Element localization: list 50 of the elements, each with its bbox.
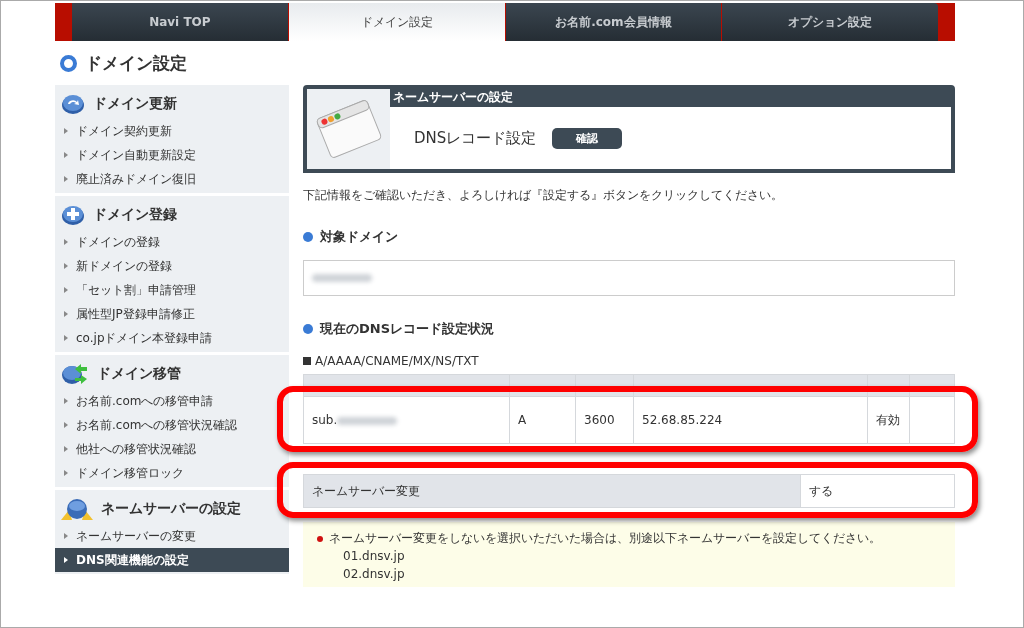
status-badge: 確認 xyxy=(552,127,623,149)
blurred-text xyxy=(337,416,398,425)
server-name: 02.dnsv.jp xyxy=(342,566,406,583)
sidebar-link[interactable]: ドメイン移管ロック xyxy=(55,461,289,485)
server-name: 01.dnsv.jp xyxy=(342,548,406,565)
nav-tab[interactable]: Navi TOP xyxy=(72,3,289,41)
blurred-text xyxy=(312,274,372,282)
bullet-icon xyxy=(303,232,313,242)
card-label: ネームサーバーの設定 xyxy=(392,89,514,106)
instruction-text: 下記情報をご確認いただき、よろしければ『設定する』ボタンをクリックしてください。 xyxy=(303,187,784,204)
table-cell: する xyxy=(800,474,955,508)
table-cell: sub. xyxy=(303,396,510,444)
sidebar-section-title: ネームサーバーの設定 xyxy=(101,500,241,518)
table-cell: 有効 xyxy=(867,396,910,444)
nav-tab[interactable]: オプション設定 xyxy=(722,3,938,41)
table-cell: ネームサーバー変更 xyxy=(303,474,801,508)
card-title: DNSレコード設定 xyxy=(414,128,537,148)
bullet-icon xyxy=(317,535,323,542)
sidebar-link[interactable]: ドメイン契約更新 xyxy=(55,119,289,143)
globe-icon xyxy=(61,498,93,520)
section-heading: 現在のDNSレコード設定状況 xyxy=(320,320,495,338)
sidebar-link[interactable]: co.jpドメイン本登録申請 xyxy=(55,326,289,350)
nav-tab[interactable]: ドメイン設定 xyxy=(288,3,506,41)
sidebar-link[interactable]: 「セット割」申請管理 xyxy=(55,278,289,302)
sidebar-link[interactable]: ネームサーバーの変更 xyxy=(55,524,289,548)
table-cell: A xyxy=(509,396,576,444)
page-title: ドメイン設定 xyxy=(85,51,187,75)
sidebar-link[interactable]: 属性型JP登録申請修正 xyxy=(55,302,289,326)
table-cell: 52.68.85.224 xyxy=(633,396,868,444)
sidebar-link[interactable]: 他社への移管状況確認 xyxy=(55,437,289,461)
circle-icon xyxy=(60,54,77,72)
sidebar-section-title: ドメイン更新 xyxy=(93,95,177,113)
sidebar-link[interactable]: 廃止済みドメイン復旧 xyxy=(55,167,289,191)
sidebar-section-title: ドメイン登録 xyxy=(93,206,177,224)
sidebar-link[interactable]: ドメインの登録 xyxy=(55,230,289,254)
square-icon xyxy=(303,357,311,365)
globe-arrows-icon xyxy=(61,363,89,385)
sidebar-section-title: ドメイン移管 xyxy=(97,365,181,383)
bullet-icon xyxy=(303,324,313,334)
section-heading: 対象ドメイン xyxy=(320,228,398,246)
table-cell: 3600 xyxy=(575,396,634,444)
sidebar-link[interactable]: 新ドメインの登録 xyxy=(55,254,289,278)
sidebar-link[interactable]: お名前.comへの移管状況確認 xyxy=(55,413,289,437)
sidebar-link[interactable]: ドメイン自動更新設定 xyxy=(55,143,289,167)
nav-tab[interactable]: お名前.com会員情報 xyxy=(505,3,723,41)
note-text: ネームサーバー変更をしないを選択いただいた場合は、別途以下ネームサーバーを設定してください。 xyxy=(329,530,881,547)
sidebar-link[interactable]: お名前.comへの移管申請 xyxy=(55,389,289,413)
refresh-icon xyxy=(61,93,85,115)
plus-icon xyxy=(61,204,85,226)
record-types-label: A/AAAA/CNAME/MX/NS/TXT xyxy=(315,354,479,368)
